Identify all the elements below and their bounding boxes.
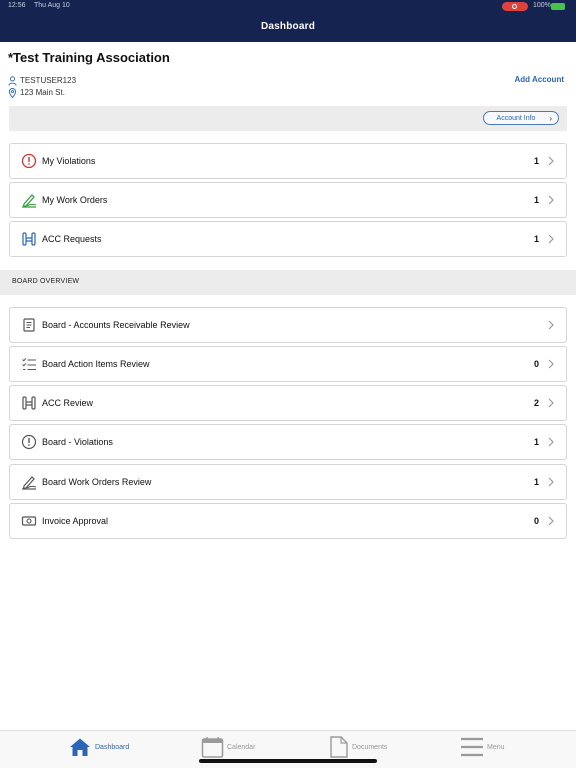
page-title: Dashboard — [260, 21, 316, 32]
tab-label: Menu — [487, 743, 505, 751]
list-item-label: My Work Orders — [42, 195, 108, 205]
acc-review-icon — [22, 396, 36, 410]
list-item-label: ACC Review — [42, 398, 94, 408]
top-navigation-bar: 12:56 Thu Aug 10 100% Dashboard — [0, 0, 576, 42]
work-order-icon — [22, 476, 37, 490]
count-badge: 1 — [533, 437, 539, 447]
checklist-icon — [22, 357, 36, 371]
chevron-right-icon — [548, 359, 554, 369]
home-indicator[interactable] — [199, 759, 377, 763]
menu-icon — [461, 737, 483, 757]
count-badge: 0 — [533, 359, 539, 369]
board-overview-section-header: BOARD OVERVIEW — [0, 270, 576, 295]
list-item-label: Board Work Orders Review — [42, 477, 152, 487]
home-icon — [70, 738, 90, 756]
account-info-button[interactable]: Account Info › — [483, 111, 559, 125]
address-row: 123 Main St. — [8, 87, 65, 98]
status-bar: 12:56 Thu Aug 10 100% — [0, 0, 576, 13]
chevron-right-icon — [548, 195, 554, 205]
work-order-icon — [22, 194, 37, 208]
tab-dashboard[interactable]: Dashboard — [68, 735, 129, 759]
username: TESTUSER123 — [20, 76, 77, 85]
count-badge: 1 — [533, 156, 539, 166]
list-item-board-work-orders[interactable]: Board Work Orders Review 1 — [9, 464, 567, 500]
violation-icon — [21, 153, 37, 169]
status-time: 12:56 — [8, 2, 26, 9]
count-badge: 1 — [533, 477, 539, 487]
chevron-right-icon — [548, 477, 554, 487]
association-name: *Test Training Association — [8, 50, 170, 65]
list-item-label: ACC Requests — [42, 234, 102, 244]
chevron-right-icon — [548, 156, 554, 166]
chevron-right-icon — [548, 516, 554, 526]
account-info-bar: Account Info › — [9, 106, 567, 131]
chevron-right-icon — [548, 320, 554, 330]
record-icon — [512, 4, 517, 9]
tab-calendar[interactable]: Calendar — [201, 735, 255, 759]
account-info-label: Account Info — [496, 114, 536, 122]
list-item-acc-review[interactable]: ACC Review 2 — [9, 385, 567, 421]
list-item-board-action-items[interactable]: Board Action Items Review 0 — [9, 346, 567, 382]
tab-menu[interactable]: Menu — [460, 735, 505, 759]
count-badge: 1 — [533, 195, 539, 205]
screen-recording-indicator[interactable] — [502, 2, 528, 11]
count-badge: 2 — [533, 398, 539, 408]
list-item-board-accounts-receivable[interactable]: Board - Accounts Receivable Review — [9, 307, 567, 343]
list-item-board-violations[interactable]: Board - Violations 1 — [9, 424, 567, 460]
tab-label: Documents — [352, 743, 388, 751]
count-badge: 1 — [533, 234, 539, 244]
list-item-my-work-orders[interactable]: My Work Orders 1 — [9, 182, 567, 218]
status-date: Thu Aug 10 — [34, 2, 70, 9]
acc-request-icon — [22, 232, 36, 246]
tab-label: Dashboard — [95, 743, 130, 751]
chevron-right-icon — [548, 234, 554, 244]
list-item-invoice-approval[interactable]: Invoice Approval 0 — [9, 503, 567, 539]
list-item-label: Board - Accounts Receivable Review — [42, 320, 190, 330]
violation-icon — [21, 434, 37, 450]
document-icon — [330, 736, 348, 758]
list-item-acc-requests[interactable]: ACC Requests 1 — [9, 221, 567, 257]
list-item-label: Invoice Approval — [42, 516, 109, 526]
ledger-icon — [23, 318, 35, 332]
list-item-label: Board Action Items Review — [42, 359, 150, 369]
user-icon — [8, 75, 17, 86]
invoice-icon — [21, 516, 37, 526]
section-label: BOARD OVERVIEW — [12, 278, 80, 285]
list-item-label: Board - Violations — [42, 437, 113, 447]
battery-icon — [551, 3, 565, 10]
list-item-my-violations[interactable]: My Violations 1 — [9, 143, 567, 179]
chevron-right-icon — [548, 398, 554, 408]
chevron-right-icon: › — [549, 114, 552, 123]
add-account-link[interactable]: Add Account — [515, 75, 564, 84]
calendar-icon — [201, 737, 224, 758]
list-item-label: My Violations — [42, 156, 96, 166]
battery-percentage: 100% — [533, 2, 551, 9]
user-row: TESTUSER123 — [8, 75, 76, 86]
location-pin-icon — [8, 87, 17, 98]
address: 123 Main St. — [20, 88, 65, 97]
tab-documents[interactable]: Documents — [329, 735, 387, 759]
tab-label: Calendar — [227, 743, 256, 751]
chevron-right-icon — [548, 437, 554, 447]
count-badge: 0 — [533, 516, 539, 526]
